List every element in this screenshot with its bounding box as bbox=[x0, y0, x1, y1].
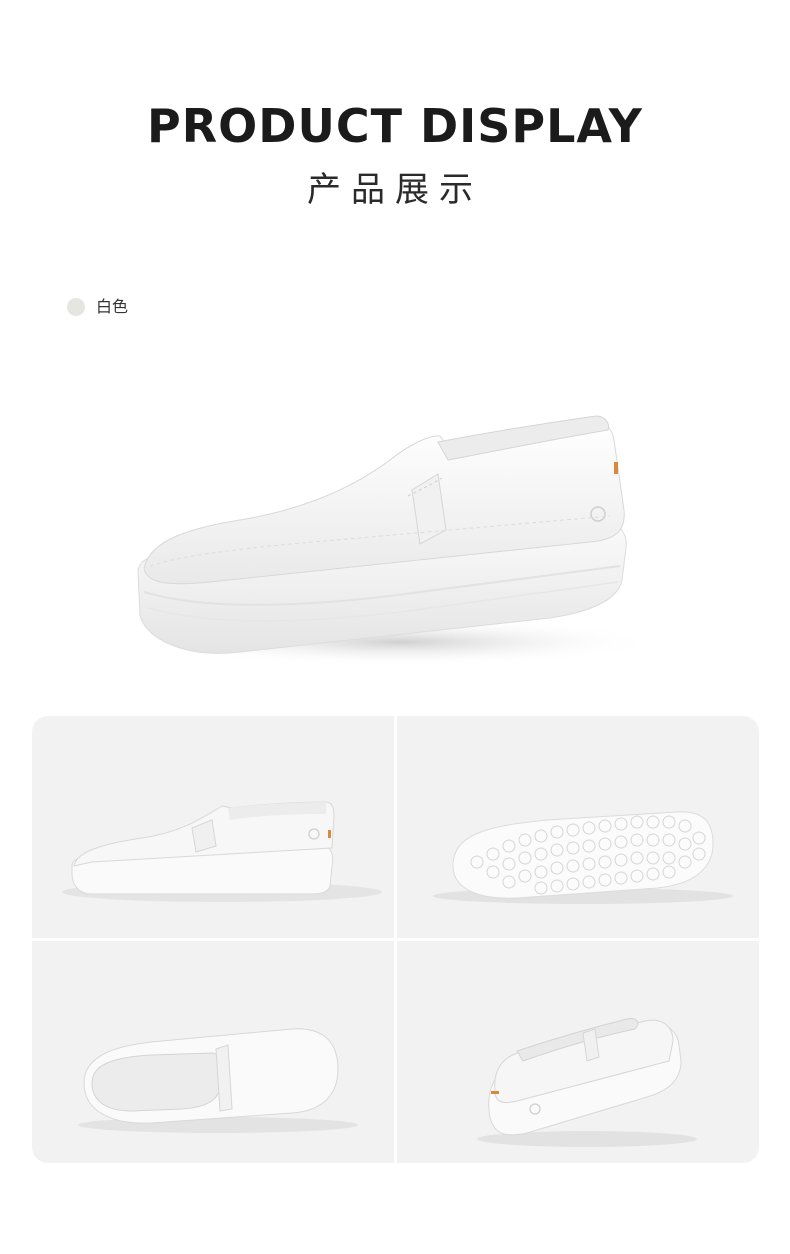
side-view-tile[interactable] bbox=[32, 716, 394, 938]
page-title-cn: 产品展示 bbox=[307, 170, 483, 210]
top-view-shoe-image bbox=[78, 1028, 358, 1133]
product-image-grid bbox=[32, 716, 759, 1163]
rear-view-tile[interactable] bbox=[397, 941, 759, 1163]
rear-view-shoe-image bbox=[477, 1018, 697, 1147]
hero-shoe-image bbox=[137, 415, 660, 666]
color-label: 白色 bbox=[96, 297, 129, 316]
top-view-tile[interactable] bbox=[32, 941, 394, 1163]
side-view-shoe-image bbox=[62, 801, 382, 902]
page-title-en: PRODUCT DISPLAY bbox=[147, 99, 643, 153]
color-swatch bbox=[67, 298, 85, 316]
outsole-view-tile[interactable] bbox=[397, 716, 759, 938]
outsole-shoe-image bbox=[433, 811, 733, 904]
color-option[interactable]: 白色 bbox=[67, 296, 128, 318]
